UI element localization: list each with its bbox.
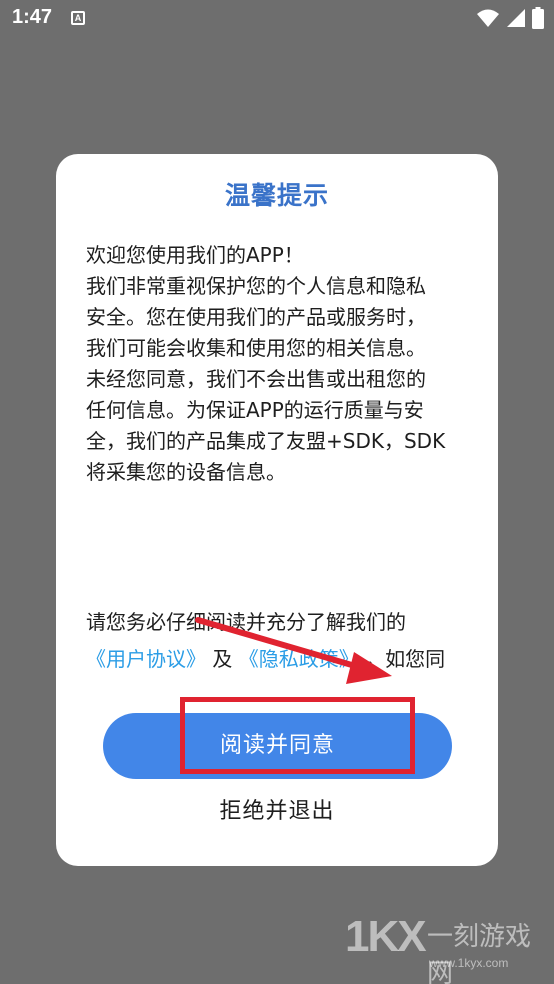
body-line: 全，我们的产品集成了友盟+SDK，SDK: [86, 429, 446, 453]
watermark-name: 一刻游戏网: [427, 922, 532, 984]
body-line: 将采集您的设备信息。: [86, 460, 286, 484]
body-line: 我们可能会收集和使用您的相关信息。: [86, 336, 426, 360]
a-letter-icon: A: [71, 11, 85, 25]
wifi-icon: [477, 9, 499, 27]
annotation-highlight-box: [180, 697, 415, 774]
body-line: 任何信息。为保证APP的运行质量与安: [86, 398, 424, 422]
user-agreement-link[interactable]: 《用户协议》: [86, 647, 206, 671]
notice-links-line: 《用户协议》 及 《隐私政策》 ，如您同: [86, 641, 476, 678]
watermark: 1KX 一刻游戏网 www.1kyx.com: [345, 912, 550, 984]
dialog-body: 欢迎您使用我们的APP！ 我们非常重视保护您的个人信息和隐私 安全。您在使用我们…: [86, 240, 476, 488]
status-time: 1:47: [12, 6, 53, 28]
watermark-logo: 1KX: [345, 912, 427, 961]
watermark-url: www.1kyx.com: [429, 956, 509, 970]
notice-line: 请您务必仔细阅读并充分了解我们的: [86, 610, 406, 634]
reject-button[interactable]: 拒绝并退出: [177, 794, 377, 830]
connector-text: 及: [212, 647, 233, 671]
body-line: 安全。您在使用我们的产品或服务时，: [86, 305, 426, 329]
signal-icon: [507, 9, 525, 27]
dialog-title: 温馨提示: [224, 181, 329, 210]
notice-tail-text: ，如您同: [365, 647, 446, 671]
status-bar: 1:47 A: [0, 0, 554, 38]
body-line: 欢迎您使用我们的APP！: [86, 243, 304, 267]
agreement-notice: 请您务必仔细阅读并充分了解我们的 《用户协议》 及 《隐私政策》 ，如您同: [86, 604, 476, 678]
battery-icon: [532, 7, 544, 29]
body-line: 我们非常重视保护您的个人信息和隐私: [86, 274, 426, 298]
privacy-policy-link[interactable]: 《隐私政策》: [239, 647, 359, 671]
body-line: 未经您同意，我们不会出售或出租您的: [86, 367, 426, 391]
status-icons: [476, 6, 544, 30]
